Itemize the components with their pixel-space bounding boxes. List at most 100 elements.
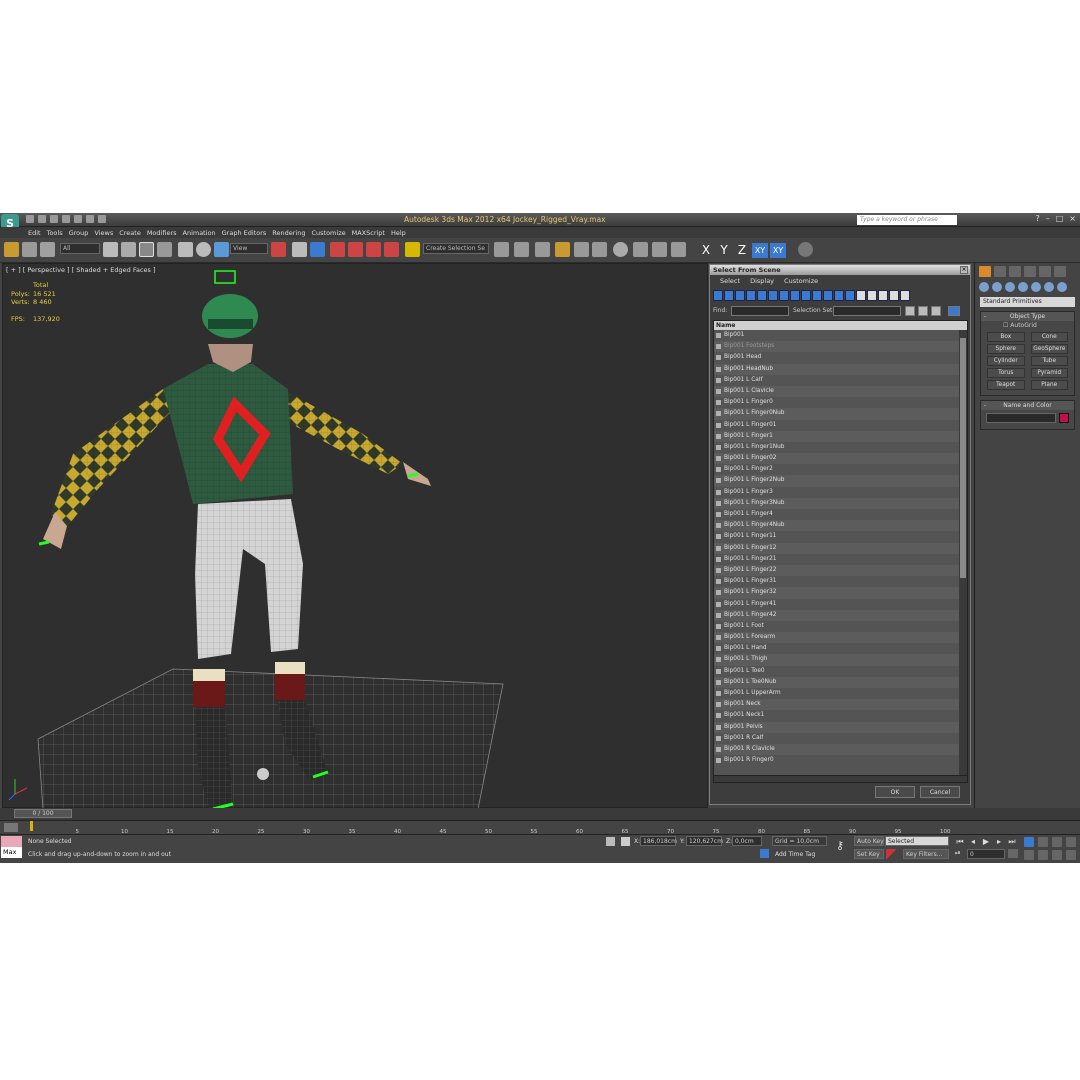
- list-item[interactable]: Bip001 Head: [714, 352, 967, 363]
- display-shapes-icon[interactable]: [724, 290, 734, 301]
- current-frame-field[interactable]: 0: [967, 849, 1005, 859]
- display-frozen-icon[interactable]: [823, 290, 833, 301]
- list-item[interactable]: Bip001 Pelvis: [714, 721, 967, 733]
- list-item[interactable]: Bip001 L Finger1: [714, 430, 967, 442]
- named-selection-dropdown[interactable]: Create Selection Se: [423, 243, 489, 254]
- helpers-category-icon[interactable]: [1031, 282, 1041, 292]
- scrollbar-thumb[interactable]: [960, 338, 966, 578]
- zoom-extents-all-icon[interactable]: [1066, 837, 1076, 847]
- filter-icon[interactable]: [889, 290, 899, 301]
- maximize-viewport-icon[interactable]: [1066, 850, 1076, 860]
- dialog-menu-display[interactable]: Display: [750, 275, 774, 287]
- list-item[interactable]: Bip001 Neck: [714, 699, 967, 711]
- menu-tools[interactable]: Tools: [47, 227, 69, 238]
- key-mode-icon[interactable]: ⏯: [955, 849, 965, 858]
- list-item[interactable]: Bip001 L Finger12: [714, 542, 967, 554]
- fetch-icon[interactable]: [98, 215, 106, 223]
- material-editor-icon[interactable]: [613, 242, 628, 257]
- x-coord-field[interactable]: 186,018cm: [640, 836, 677, 846]
- object-type-header[interactable]: - Object Type: [981, 312, 1074, 321]
- rotate-icon[interactable]: [196, 242, 211, 257]
- snaps-toggle-icon[interactable]: [330, 242, 345, 257]
- schematic-view-icon[interactable]: [592, 242, 607, 257]
- zoom-extents-icon[interactable]: [1052, 837, 1062, 847]
- time-slider-frame[interactable]: 0 / 100: [14, 809, 72, 818]
- box-button[interactable]: Box: [987, 332, 1025, 342]
- track-bar[interactable]: 5 10 15 20 25 30 35 40 45 50 55 60 65 70 75 80 85 90 95 100: [0, 820, 1080, 835]
- sync-selection-icon[interactable]: [948, 306, 960, 316]
- edit-named-selection-icon[interactable]: [405, 242, 420, 257]
- display-tab-icon[interactable]: [1039, 266, 1051, 277]
- axis-xy-button[interactable]: XY: [752, 243, 768, 258]
- menu-create[interactable]: Create: [119, 227, 147, 238]
- select-object-icon[interactable]: [103, 242, 118, 257]
- bind-space-warp-icon[interactable]: [40, 242, 55, 257]
- render-production-icon[interactable]: [671, 242, 686, 257]
- unlink-icon[interactable]: [22, 242, 37, 257]
- torus-button[interactable]: Torus: [987, 368, 1025, 378]
- display-space-warps-icon[interactable]: [768, 290, 778, 301]
- time-configuration-icon[interactable]: [1008, 849, 1018, 858]
- z-coord-field[interactable]: 0,0cm: [732, 836, 762, 846]
- list-item[interactable]: Bip001 R Finger0: [714, 755, 967, 766]
- pyramid-button[interactable]: Pyramid: [1030, 368, 1068, 378]
- angle-snap-icon[interactable]: [348, 242, 363, 257]
- list-vertical-scrollbar[interactable]: [959, 330, 967, 775]
- cameras-category-icon[interactable]: [1018, 282, 1028, 292]
- systems-category-icon[interactable]: [1057, 282, 1067, 292]
- selection-set-icon-a[interactable]: [905, 306, 915, 316]
- list-item[interactable]: Bip001 L Finger11: [714, 531, 967, 542]
- lights-category-icon[interactable]: [1005, 282, 1015, 292]
- hierarchy-tab-icon[interactable]: [1009, 266, 1021, 277]
- pivot-center-icon[interactable]: [271, 242, 286, 257]
- play-icon[interactable]: ▶: [981, 837, 991, 846]
- go-to-end-icon[interactable]: ⏭: [1007, 837, 1017, 846]
- render-setup-icon[interactable]: [633, 242, 648, 257]
- object-color-swatch[interactable]: [1059, 413, 1069, 423]
- dialog-close-icon[interactable]: ×: [960, 266, 968, 274]
- column-header-name[interactable]: Name: [714, 321, 967, 330]
- list-item[interactable]: Bip001 L Forearm: [714, 632, 967, 644]
- menu-help[interactable]: Help: [391, 227, 412, 238]
- layer-manager-icon[interactable]: [535, 242, 550, 257]
- curve-editor-icon[interactable]: [574, 242, 589, 257]
- menu-animation[interactable]: Animation: [183, 227, 222, 238]
- percent-snap-icon[interactable]: [366, 242, 381, 257]
- list-item[interactable]: Bip001 L Finger3Nub: [714, 497, 967, 509]
- menu-edit[interactable]: Edit: [28, 227, 47, 238]
- set-key-button[interactable]: Set Key: [854, 849, 884, 859]
- search-input[interactable]: Type a keyword or phrase: [857, 215, 957, 225]
- find-input[interactable]: [731, 306, 789, 316]
- key-mode-dropdown[interactable]: Selected: [885, 836, 949, 846]
- keyboard-shortcut-override-icon[interactable]: [310, 242, 325, 257]
- create-tab-icon[interactable]: [979, 266, 991, 277]
- primitive-category-dropdown[interactable]: Standard Primitives: [980, 297, 1075, 307]
- perspective-viewport[interactable]: [ + ] [ Perspective ] [ Shaded + Edged F…: [2, 263, 708, 809]
- selection-set-icon-b[interactable]: [918, 306, 928, 316]
- list-item[interactable]: Bip001 L Finger4: [714, 509, 967, 520]
- list-item[interactable]: Bip001 L Finger41: [714, 599, 967, 610]
- list-item[interactable]: Bip001 L Finger4Nub: [714, 520, 967, 532]
- list-item[interactable]: Bip001 L Finger1Nub: [714, 442, 967, 453]
- display-xrefs-icon[interactable]: [790, 290, 800, 301]
- list-item[interactable]: Bip001 L Hand: [714, 643, 967, 654]
- sort-icon[interactable]: [878, 290, 888, 301]
- time-slider[interactable]: 0 / 100: [0, 808, 1080, 820]
- list-item[interactable]: Bip001 R Calf: [714, 733, 967, 744]
- list-item[interactable]: Bip001: [714, 330, 967, 341]
- time-tag-icon[interactable]: [760, 849, 769, 858]
- list-item[interactable]: Bip001 Footsteps: [714, 341, 967, 353]
- close-icon[interactable]: ×: [1069, 214, 1076, 223]
- list-item[interactable]: Bip001 L Thigh: [714, 654, 967, 666]
- list-item[interactable]: Bip001 L Finger42: [714, 609, 967, 621]
- dialog-menu-customize[interactable]: Customize: [784, 275, 818, 287]
- cone-button[interactable]: Cone: [1030, 332, 1068, 342]
- move-icon[interactable]: [178, 242, 193, 257]
- help-icon[interactable]: ?: [1035, 214, 1039, 223]
- menu-modifiers[interactable]: Modifiers: [147, 227, 183, 238]
- plane-button[interactable]: Plane: [1030, 380, 1068, 390]
- display-containers-icon[interactable]: [812, 290, 822, 301]
- selection-set-dropdown[interactable]: [833, 306, 901, 316]
- menu-views[interactable]: Views: [94, 227, 119, 238]
- display-all-icon[interactable]: [845, 290, 855, 301]
